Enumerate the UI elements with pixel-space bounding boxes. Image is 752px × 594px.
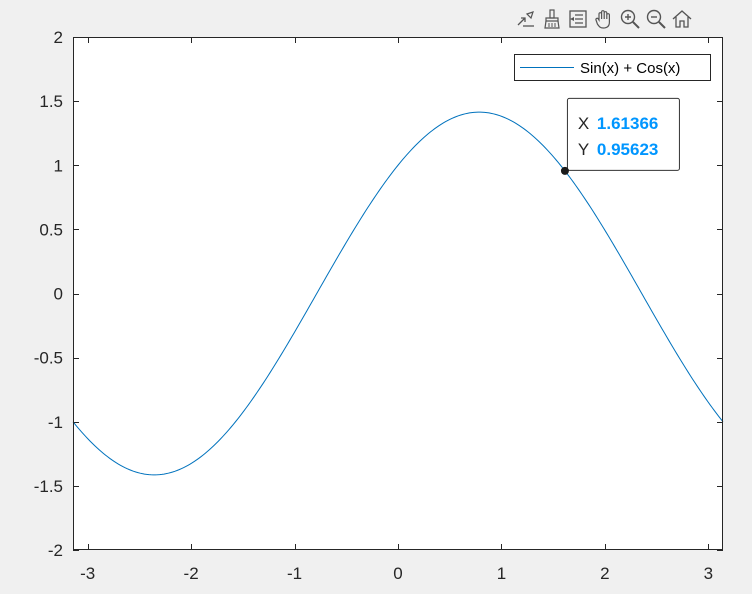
axes-toolbar (514, 6, 694, 32)
export-button[interactable] (514, 7, 538, 31)
data-tip-x-label: X (578, 114, 589, 133)
data-tip-box (566, 97, 680, 171)
y-tick-label: 0.5 (39, 220, 63, 239)
brush-icon (544, 9, 560, 29)
x-tick-labels: -3 -2 -1 0 1 2 3 (80, 564, 713, 583)
data-tip-x-value: 1.61366 (597, 114, 658, 133)
home-icon (672, 10, 692, 28)
data-tips-button[interactable] (566, 7, 590, 31)
y-tick-label: -1 (48, 413, 63, 432)
y-tick-label: 0 (54, 285, 63, 304)
brush-button[interactable] (540, 7, 564, 31)
x-tick-label: -2 (184, 564, 199, 583)
y-tick-label: 2 (54, 28, 63, 47)
x-tick-label: 3 (704, 564, 713, 583)
data-tip-y-label: Y (578, 140, 589, 159)
x-tick-label: -3 (80, 564, 95, 583)
y-tick-label: 1.5 (39, 92, 63, 111)
data-tip[interactable]: X 1.61366 Y 0.95623 (560, 97, 680, 175)
plot-area: -3 -2 -1 0 1 2 3 2 1.5 1 0.5 0 -0.5 -1 -1.5 -2 Sin(x) … (34, 28, 724, 583)
y-tick-label: -0.5 (34, 349, 63, 368)
data-tip-y-value: 0.95623 (597, 140, 658, 159)
x-tick-label: 0 (393, 564, 402, 583)
zoom-out-icon (646, 9, 666, 29)
data-tips-icon (569, 10, 587, 28)
legend-label: Sin(x) + Cos(x) (580, 60, 680, 77)
pan-hand-icon (595, 10, 610, 29)
home-button[interactable] (670, 7, 694, 31)
pan-button[interactable] (592, 7, 616, 31)
zoom-out-button[interactable] (644, 7, 668, 31)
figure-window: -3 -2 -1 0 1 2 3 2 1.5 1 0.5 0 -0.5 -1 -1.5 -2 Sin(x) … (0, 0, 752, 589)
zoom-in-button[interactable] (618, 7, 642, 31)
zoom-in-icon (620, 9, 640, 29)
x-tick-label: 2 (600, 564, 609, 583)
data-tip-marker[interactable] (560, 166, 569, 175)
x-tick-label: 1 (497, 564, 506, 583)
x-tick-label: -1 (287, 564, 302, 583)
export-icon (517, 11, 534, 27)
y-tick-label: 1 (54, 156, 63, 175)
legend[interactable]: Sin(x) + Cos(x) (514, 54, 711, 81)
y-tick-label: -1.5 (34, 477, 63, 496)
y-tick-label: -2 (48, 541, 63, 560)
y-tick-labels: 2 1.5 1 0.5 0 -0.5 -1 -1.5 -2 (34, 28, 63, 560)
